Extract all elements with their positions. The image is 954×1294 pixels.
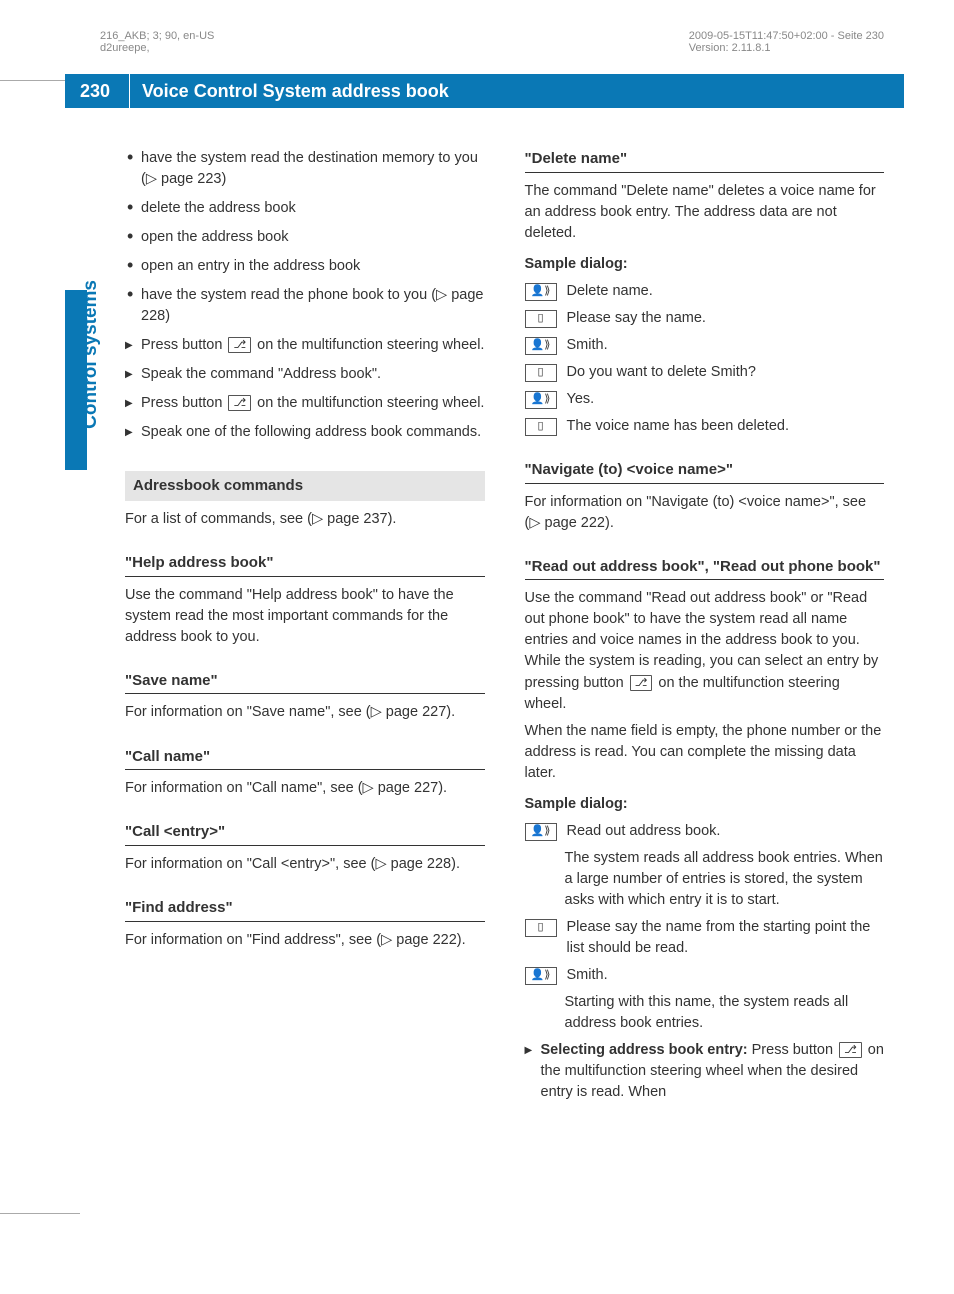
step-item: Selecting address book entry: Press butt… bbox=[525, 1040, 885, 1103]
step-item: Press button ⎇ on the multifunction stee… bbox=[125, 393, 485, 414]
step-text-post: on the multifunction steering wheel. bbox=[253, 337, 484, 353]
step-text-pre: Press button bbox=[141, 395, 226, 411]
dialog-text: The voice name has been deleted. bbox=[567, 416, 885, 437]
body-text: For information on "Find address", see (… bbox=[125, 930, 485, 951]
body-text: When the name field is empty, the phone … bbox=[525, 721, 885, 784]
page-number: 230 bbox=[65, 74, 130, 108]
list-item: have the system read the destination mem… bbox=[125, 148, 485, 190]
dialog-spacer bbox=[525, 994, 555, 1010]
title-bar: 230 Voice Control System address book bbox=[65, 74, 904, 108]
system-speech-icon: ▯ bbox=[525, 310, 557, 328]
dialog-text: Read out address book. bbox=[567, 821, 885, 842]
step-list: Selecting address book entry: Press butt… bbox=[525, 1040, 885, 1103]
step-text-pre: Press button bbox=[752, 1042, 837, 1058]
step-list: Press button ⎇ on the multifunction stee… bbox=[125, 335, 485, 443]
step-item: Speak one of the following address book … bbox=[125, 422, 485, 443]
bottom-crop-rule bbox=[0, 1213, 80, 1214]
user-speech-icon: 👤⟫ bbox=[525, 391, 557, 409]
body-text: Use the command "Read out address book" … bbox=[525, 588, 885, 714]
user-speech-icon: 👤⟫ bbox=[525, 337, 557, 355]
system-speech-icon: ▯ bbox=[525, 364, 557, 382]
user-speech-icon: 👤⟫ bbox=[525, 823, 557, 841]
body-text: The command "Delete name" deletes a voic… bbox=[525, 181, 885, 244]
user-speech-icon: 👤⟫ bbox=[525, 283, 557, 301]
voice-button-icon: ⎇ bbox=[228, 395, 251, 411]
sub-heading: "Find address" bbox=[125, 897, 485, 922]
user-speech-icon: 👤⟫ bbox=[525, 967, 557, 985]
body-text: For information on "Save name", see (▷ p… bbox=[125, 702, 485, 723]
dialog-text: Smith. bbox=[567, 335, 885, 356]
meta-left-2: d2ureepe, bbox=[100, 42, 214, 54]
body-text: Use the command "Help address book" to h… bbox=[125, 585, 485, 648]
dialog-text: Please say the name. bbox=[567, 308, 885, 329]
sub-heading: "Call <entry>" bbox=[125, 821, 485, 846]
dialog-text: The system reads all address book entrie… bbox=[565, 848, 885, 911]
dialog-text: Smith. bbox=[567, 965, 885, 986]
body-text: For information on "Call name", see (▷ p… bbox=[125, 778, 485, 799]
meta-right-1: 2009-05-15T11:47:50+02:00 - Seite 230 bbox=[689, 30, 884, 42]
list-item: open an entry in the address book bbox=[125, 256, 485, 277]
system-speech-icon: ▯ bbox=[525, 919, 557, 937]
step-item: Press button ⎇ on the multifunction stee… bbox=[125, 335, 485, 356]
dialog-spacer bbox=[525, 850, 555, 866]
dialog-text: Yes. bbox=[567, 389, 885, 410]
sub-heading: "Navigate (to) <voice name>" bbox=[525, 459, 885, 484]
dialog-block: 👤⟫ Read out address book. The system read… bbox=[525, 821, 885, 1034]
meta-left-1: 216_AKB; 3; 90, en-US bbox=[100, 30, 214, 42]
left-column: have the system read the destination mem… bbox=[125, 148, 485, 1111]
list-item: open the address book bbox=[125, 227, 485, 248]
meta-right-2: Version: 2.11.8.1 bbox=[689, 42, 884, 54]
step-item: Speak the command "Address book". bbox=[125, 364, 485, 385]
bullet-list: have the system read the destination mem… bbox=[125, 148, 485, 327]
step-text-pre: Press button bbox=[141, 337, 226, 353]
sub-heading: "Read out address book", "Read out phone… bbox=[525, 556, 885, 581]
dialog-text: Please say the name from the starting po… bbox=[567, 917, 885, 959]
right-column: "Delete name" The command "Delete name" … bbox=[525, 148, 885, 1111]
sub-heading: "Delete name" bbox=[525, 148, 885, 173]
side-label: Control systems bbox=[80, 280, 102, 480]
step-bold: Selecting address book entry: bbox=[541, 1042, 752, 1058]
section-intro: For a list of commands, see (▷ page 237)… bbox=[125, 509, 485, 530]
page-title: Voice Control System address book bbox=[130, 81, 449, 102]
step-text-post: on the multifunction steering wheel. bbox=[253, 395, 484, 411]
list-item: have the system read the phone book to y… bbox=[125, 285, 485, 327]
section-heading: Adressbook commands bbox=[125, 471, 485, 501]
dialog-block: 👤⟫ Delete name. ▯ Please say the name. 👤⟫ S… bbox=[525, 281, 885, 437]
dialog-text: Delete name. bbox=[567, 281, 885, 302]
list-item: delete the address book bbox=[125, 198, 485, 219]
sub-heading: "Call name" bbox=[125, 746, 485, 771]
voice-button-icon: ⎇ bbox=[228, 337, 251, 353]
body-text: For information on "Call <entry>", see (… bbox=[125, 854, 485, 875]
voice-button-icon: ⎇ bbox=[839, 1042, 862, 1058]
dialog-text: Starting with this name, the system read… bbox=[565, 992, 885, 1034]
dialog-text: Do you want to delete Smith? bbox=[567, 362, 885, 383]
sub-heading: "Save name" bbox=[125, 670, 485, 695]
header-meta: 216_AKB; 3; 90, en-US d2ureepe, 2009-05-… bbox=[0, 0, 954, 54]
dialog-label: Sample dialog: bbox=[525, 254, 885, 275]
system-speech-icon: ▯ bbox=[525, 418, 557, 436]
body-text: For information on "Navigate (to) <voice… bbox=[525, 492, 885, 534]
sub-heading: "Help address book" bbox=[125, 552, 485, 577]
dialog-label: Sample dialog: bbox=[525, 794, 885, 815]
voice-button-icon: ⎇ bbox=[630, 675, 653, 691]
